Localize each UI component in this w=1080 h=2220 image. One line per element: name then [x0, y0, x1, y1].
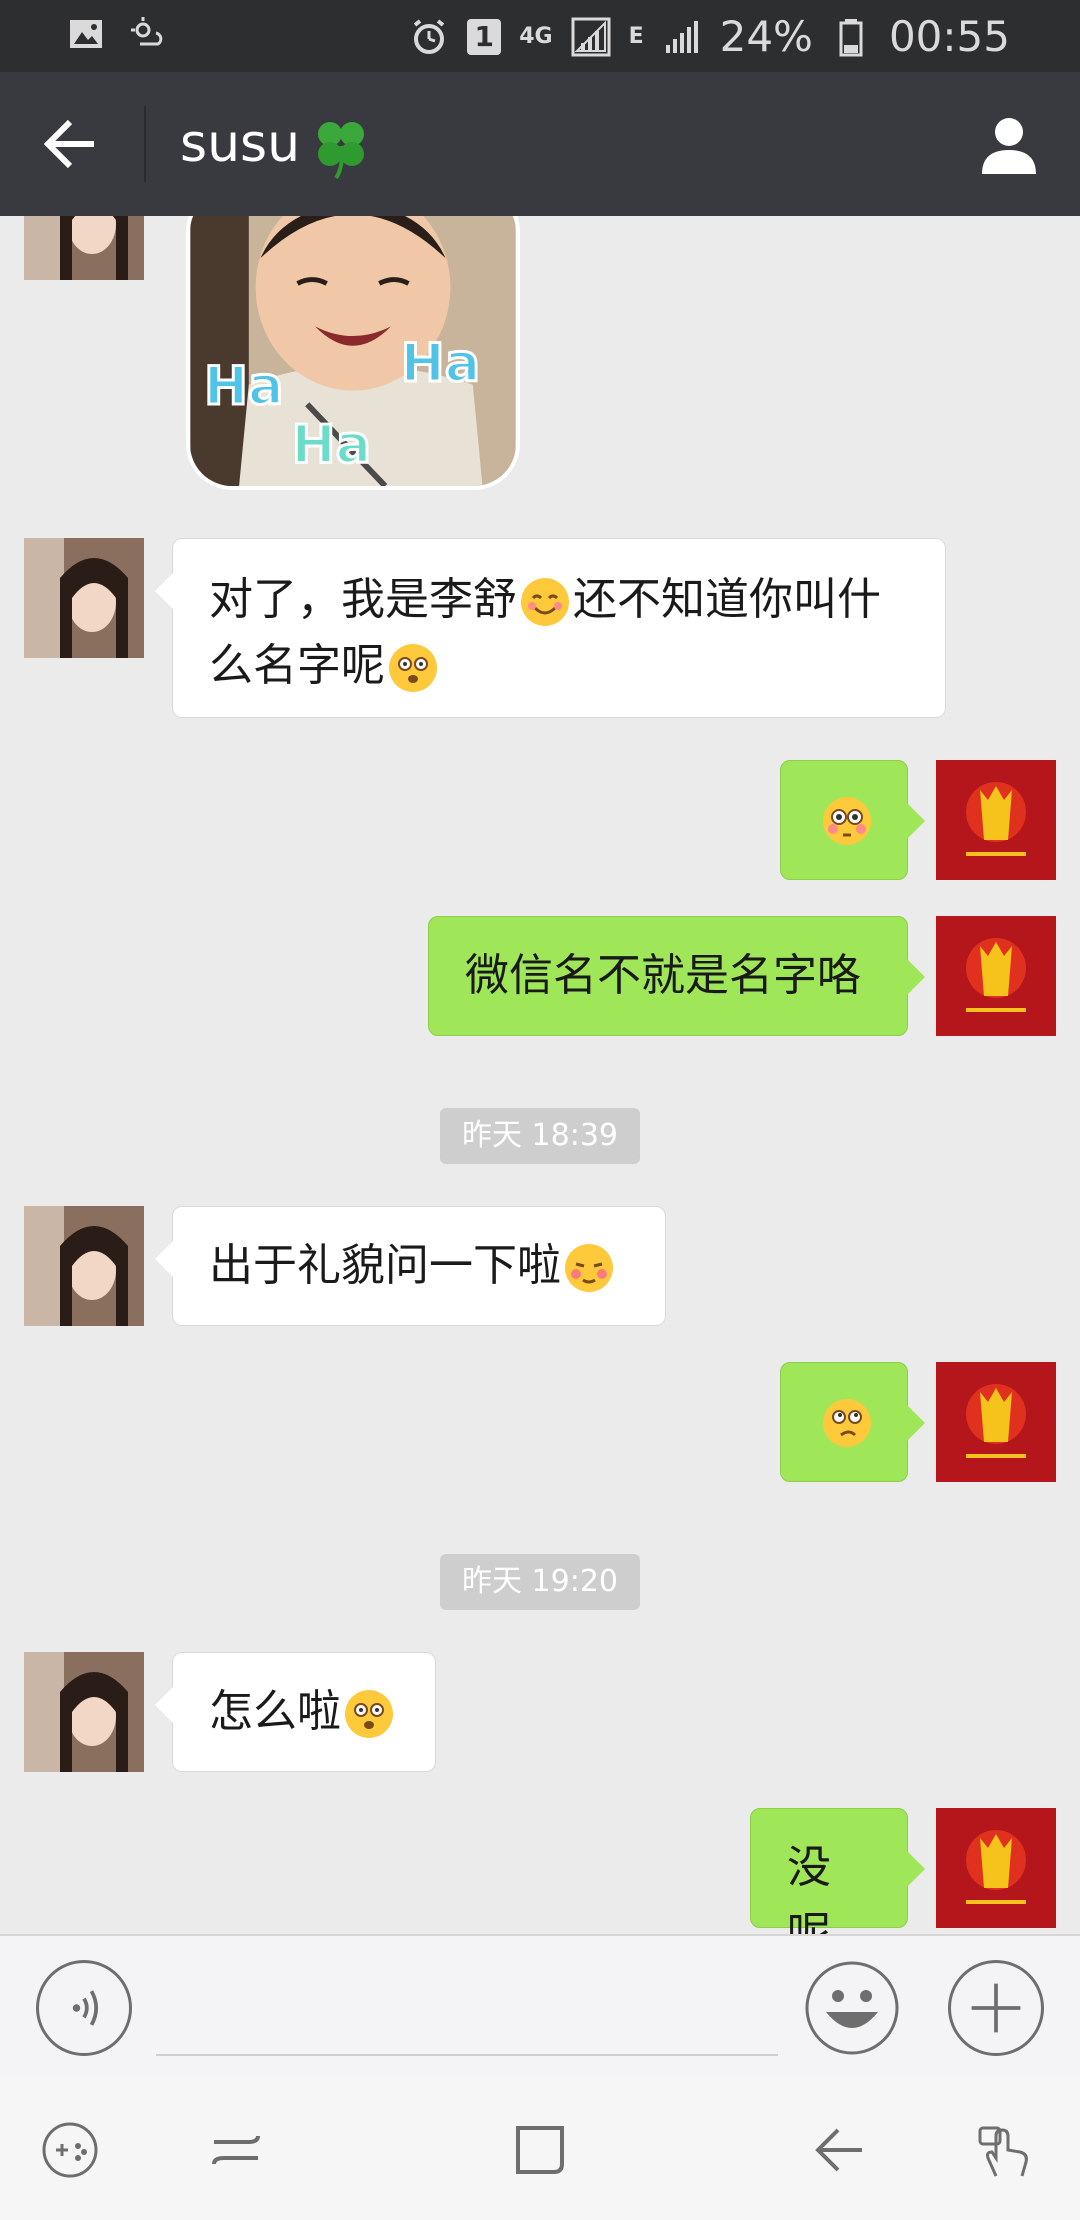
alarm-icon [409, 17, 449, 57]
contact-name: susu [180, 114, 301, 174]
header-divider [144, 106, 146, 182]
sticker-ha-2: Ha [292, 415, 371, 476]
user-avatar[interactable] [936, 1808, 1056, 1928]
voice-icon [72, 1990, 99, 2026]
sim-badge: 1 [467, 18, 502, 55]
weather-icon [128, 14, 168, 54]
gallery-icon [66, 14, 106, 54]
system-back-button[interactable] [810, 2120, 870, 2180]
smile-emoji-icon [519, 576, 571, 628]
message-text: 微信名不就是名字咯 [465, 950, 861, 1001]
contact-avatar[interactable] [24, 1206, 144, 1326]
sent-message[interactable] [780, 1362, 925, 1482]
contact-avatar[interactable] [24, 1652, 144, 1772]
clock: 00:55 [888, 12, 1010, 61]
message-input[interactable] [156, 1960, 778, 2056]
recent-apps-icon [212, 2135, 260, 2165]
user-avatar[interactable] [936, 916, 1056, 1036]
contact-avatar[interactable] [24, 538, 144, 658]
voice-button[interactable] [36, 1960, 132, 2056]
chat-title: susu [180, 108, 374, 180]
sticker-ha-1: Ha [204, 356, 283, 417]
message-text: 怎么啦 [209, 1686, 341, 1737]
message-text: 没呢 [787, 1842, 831, 1934]
status-bar: 1 4G E 24% 00:55 [0, 0, 1080, 72]
sticker-message[interactable]: Ha Ha Ha [186, 216, 520, 490]
user-avatar[interactable] [936, 760, 1056, 880]
network-type-2: E [628, 23, 644, 49]
recent-apps-button[interactable] [206, 2120, 266, 2180]
battery-icon [831, 17, 871, 57]
back-button[interactable] [40, 112, 104, 176]
message-text: 对了，我是李舒 [209, 574, 517, 625]
system-nav-bar [0, 2078, 1080, 2220]
received-message[interactable]: 出于礼貌问一下啦 [155, 1206, 666, 1326]
message-text: 出于礼貌问一下啦 [209, 1240, 561, 1291]
sent-message[interactable] [780, 760, 925, 880]
emoji-button[interactable] [804, 1960, 900, 2056]
back-arrow-icon [43, 119, 94, 169]
sent-message[interactable]: 微信名不就是名字咯 [428, 916, 925, 1036]
timestamp: 昨天 19:20 [440, 1554, 640, 1610]
network-type: 4G [519, 23, 553, 49]
home-button[interactable] [510, 2120, 570, 2180]
plus-button[interactable] [948, 1960, 1044, 2056]
input-bar [0, 1934, 1080, 2078]
home-icon [516, 2126, 564, 2174]
plus-icon [971, 1983, 1021, 2033]
sent-message[interactable]: 没呢 [750, 1808, 925, 1934]
game-tools-icon [42, 2122, 98, 2178]
signal-icon [571, 17, 611, 57]
chat-messages[interactable]: Ha Ha Ha 对了，我是李舒 还不知道你叫什么名字呢 微信名不就是名字咯 昨天… [0, 216, 1080, 1934]
contact-avatar[interactable] [24, 216, 144, 280]
chat-header: susu [0, 72, 1080, 216]
confused-emoji-icon [821, 1397, 873, 1449]
game-tools-button[interactable] [40, 2120, 100, 2180]
profile-button[interactable] [976, 112, 1042, 178]
signal-icon-2 [662, 17, 702, 57]
dizzy-emoji-icon [387, 642, 439, 694]
dizzy-emoji-icon [343, 1688, 395, 1740]
profile-icon [982, 118, 1036, 174]
flushed-emoji-icon [821, 795, 873, 847]
assist-touch-icon [978, 2126, 1028, 2177]
emoji-icon [805, 1961, 899, 2055]
received-message[interactable]: 对了，我是李舒 还不知道你叫什么名字呢 [155, 538, 946, 718]
shy-emoji-icon [563, 1242, 615, 1294]
sticker-ha-3: Ha [401, 333, 480, 394]
assist-touch-button[interactable] [974, 2120, 1034, 2180]
back-icon [815, 2128, 862, 2172]
battery-percent: 24% [719, 12, 813, 61]
timestamp: 昨天 18:39 [440, 1108, 640, 1164]
received-message[interactable]: 怎么啦 [155, 1652, 436, 1772]
user-avatar[interactable] [936, 1362, 1056, 1482]
four-leaf-clover-icon [308, 114, 374, 180]
